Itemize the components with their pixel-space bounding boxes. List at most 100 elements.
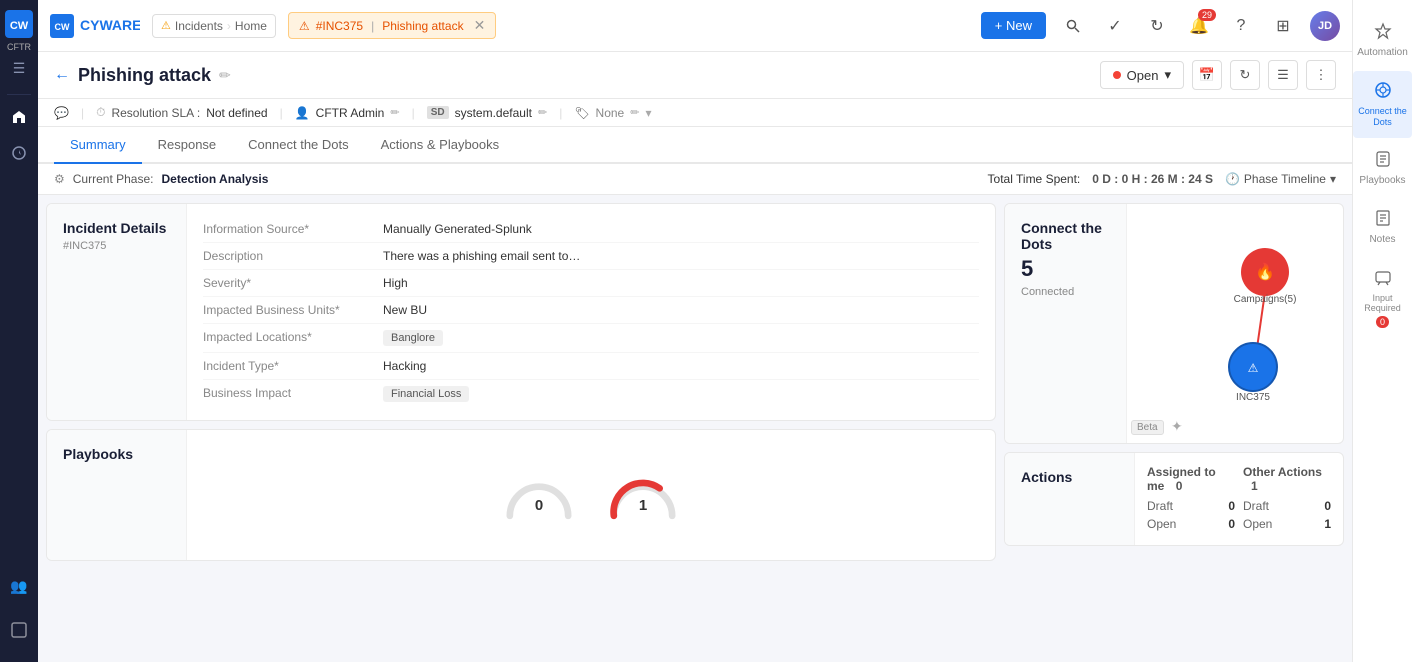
back-arrow-icon[interactable]: ← xyxy=(54,66,70,84)
field-label-description: Description xyxy=(203,249,383,263)
field-value-description: There was a phishing email sent to… xyxy=(383,249,580,263)
header-left: CW CYWARE ⚠ Incidents › Home ⚠ #INC375 |… xyxy=(50,12,496,39)
meta-tags: 🏷 None ✏ ▾ xyxy=(574,106,651,120)
assigned-to-me-header: Assigned to me 0 xyxy=(1147,465,1235,493)
assignee-edit-icon[interactable]: ✏ xyxy=(390,106,399,119)
app-name-label: CFTR xyxy=(3,42,35,52)
field-business-impact: Business Impact Financial Loss xyxy=(203,380,979,408)
svg-text:INC375: INC375 xyxy=(1236,392,1270,403)
left-column: Incident Details #INC375 Information Sou… xyxy=(46,203,996,654)
incidents-label: Incidents xyxy=(175,19,223,33)
svg-text:🔥: 🔥 xyxy=(1255,262,1275,281)
active-incident-tab[interactable]: ⚠ #INC375 | Phishing attack ✕ xyxy=(288,12,496,39)
automation-icon xyxy=(1374,22,1392,45)
calendar-icon[interactable]: 📅 xyxy=(1192,60,1222,90)
warn-icon: ⚠ xyxy=(161,19,171,32)
tab-response[interactable]: Response xyxy=(142,127,233,164)
tab-summary[interactable]: Summary xyxy=(54,127,142,164)
connect-dots-graph: 🔥 Campaigns(5) ⚠ INC375 xyxy=(1135,212,1335,432)
status-button[interactable]: Open ▾ xyxy=(1100,61,1184,89)
system-value: system.default xyxy=(455,106,532,120)
graph-area: 🔥 Campaigns(5) ⚠ INC375 Beta xyxy=(1127,204,1343,443)
new-button[interactable]: + New xyxy=(981,12,1046,39)
card-label-section: Incident Details #INC375 xyxy=(47,204,187,420)
notification-icon[interactable]: 🔔 29 xyxy=(1184,11,1214,41)
more-options-icon[interactable]: ⋮ xyxy=(1306,60,1336,90)
checkmark-icon[interactable]: ✓ xyxy=(1100,11,1130,41)
draft-value-mine: 0 xyxy=(1228,499,1235,513)
tag-value: None xyxy=(596,106,625,120)
actions-body: Assigned to me 0 Draft 0 Ope xyxy=(1135,453,1343,545)
tab-connect-dots[interactable]: Connect the Dots xyxy=(232,127,364,164)
playbooks-panel-icon xyxy=(1374,150,1392,173)
input-required-panel-label: Input Required xyxy=(1357,293,1408,315)
assignee-icon: 👤 xyxy=(295,106,310,120)
panel-item-playbooks[interactable]: Playbooks xyxy=(1353,140,1412,197)
actions-label-section: Actions xyxy=(1005,453,1135,545)
draft-label-mine: Draft xyxy=(1147,499,1173,513)
field-label-locations: Impacted Locations* xyxy=(203,330,383,346)
business-impact-tag: Financial Loss xyxy=(383,386,469,402)
playbooks-card: Playbooks 0 xyxy=(46,429,996,561)
field-severity: Severity* High xyxy=(203,270,979,297)
sidebar-bottom-icon[interactable] xyxy=(3,614,35,646)
page-content: ← Phishing attack ✏ Open ▾ 📅 ↻ ☰ ⋮ xyxy=(38,52,1352,662)
tab-id: #INC375 xyxy=(316,19,363,33)
panel-item-input-required[interactable]: Input Required 0 xyxy=(1353,258,1412,339)
cyware-logo: CW CYWARE xyxy=(50,14,140,38)
input-required-badge: 0 xyxy=(1376,316,1389,328)
panel-item-notes[interactable]: Notes xyxy=(1353,199,1412,256)
top-header: CW CYWARE ⚠ Incidents › Home ⚠ #INC375 |… xyxy=(38,0,1352,52)
svg-text:0: 0 xyxy=(535,497,543,514)
refresh-action-icon[interactable]: ↻ xyxy=(1230,60,1260,90)
header-right: + New ✓ ↻ 🔔 29 ? ⊞ JD xyxy=(981,11,1340,41)
status-chevron-icon: ▾ xyxy=(1164,67,1171,83)
breadcrumb[interactable]: ⚠ Incidents › Home xyxy=(152,14,276,38)
clock-icon: ⏱ xyxy=(96,105,105,120)
tab-close-button[interactable]: ✕ xyxy=(474,17,486,34)
action-row-draft-mine: Draft 0 xyxy=(1147,497,1235,515)
timeline-chevron-icon: ▾ xyxy=(1330,172,1336,186)
connect-label-section: Connect the Dots 5 Connected xyxy=(1005,204,1127,443)
phase-timeline-button[interactable]: 🕐 Phase Timeline ▾ xyxy=(1225,172,1336,186)
tag-chevron-icon[interactable]: ▾ xyxy=(645,106,651,120)
tab-actions-playbooks[interactable]: Actions & Playbooks xyxy=(365,127,516,164)
tabs-bar: Summary Response Connect the Dots Action… xyxy=(38,127,1352,164)
actions-grid: Assigned to me 0 Draft 0 Ope xyxy=(1147,465,1331,533)
tag-icon: 🏷 xyxy=(574,106,589,120)
breadcrumb-separator: › xyxy=(227,19,231,33)
tag-edit-icon[interactable]: ✏ xyxy=(630,106,639,119)
main-content: CW CYWARE ⚠ Incidents › Home ⚠ #INC375 |… xyxy=(38,0,1352,662)
panel-item-connect-dots[interactable]: Connect the Dots xyxy=(1353,71,1412,138)
main-scroll-area: Incident Details #INC375 Information Sou… xyxy=(38,203,1352,662)
sidebar-home-icon[interactable] xyxy=(3,101,35,133)
playbooks-inner: Playbooks 0 xyxy=(47,430,995,560)
graph-settings-icon[interactable]: ✦ xyxy=(1171,418,1183,435)
right-panel: Automation Connect the Dots xyxy=(1352,0,1412,662)
system-edit-icon[interactable]: ✏ xyxy=(538,106,547,119)
phase-filter-icon[interactable]: ⚙ xyxy=(54,172,65,186)
help-icon[interactable]: ? xyxy=(1226,11,1256,41)
refresh-icon[interactable]: ↻ xyxy=(1142,11,1172,41)
sidebar-menu-icon[interactable]: ☰ xyxy=(3,52,35,84)
sidebar-bottom: 👥 xyxy=(3,570,35,662)
title-edit-icon[interactable]: ✏ xyxy=(219,67,231,84)
field-label-info-source: Information Source* xyxy=(203,222,383,236)
sidebar-icon-1[interactable] xyxy=(3,137,35,169)
connect-dots-body: 🔥 Campaigns(5) ⚠ INC375 Beta xyxy=(1127,204,1343,443)
sidebar-people-icon[interactable]: 👥 xyxy=(3,570,35,602)
grid-icon[interactable]: ⊞ xyxy=(1268,11,1298,41)
field-label-business-units: Impacted Business Units* xyxy=(203,303,383,317)
playbooks-label: Playbooks xyxy=(47,430,187,560)
list-icon[interactable]: ☰ xyxy=(1268,60,1298,90)
search-icon[interactable] xyxy=(1058,11,1088,41)
notes-panel-icon xyxy=(1374,209,1392,232)
panel-item-automation[interactable]: Automation xyxy=(1353,12,1412,69)
app-logo[interactable]: CW CFTR xyxy=(3,8,35,40)
connect-dots-card: Connect the Dots 5 Connected xyxy=(1004,203,1344,444)
user-avatar[interactable]: JD xyxy=(1310,11,1340,41)
field-business-units: Impacted Business Units* New BU xyxy=(203,297,979,324)
actions-card: Actions Assigned to me 0 xyxy=(1004,452,1344,546)
actions-inner: Actions Assigned to me 0 xyxy=(1005,453,1343,545)
open-value-mine: 0 xyxy=(1228,517,1235,531)
